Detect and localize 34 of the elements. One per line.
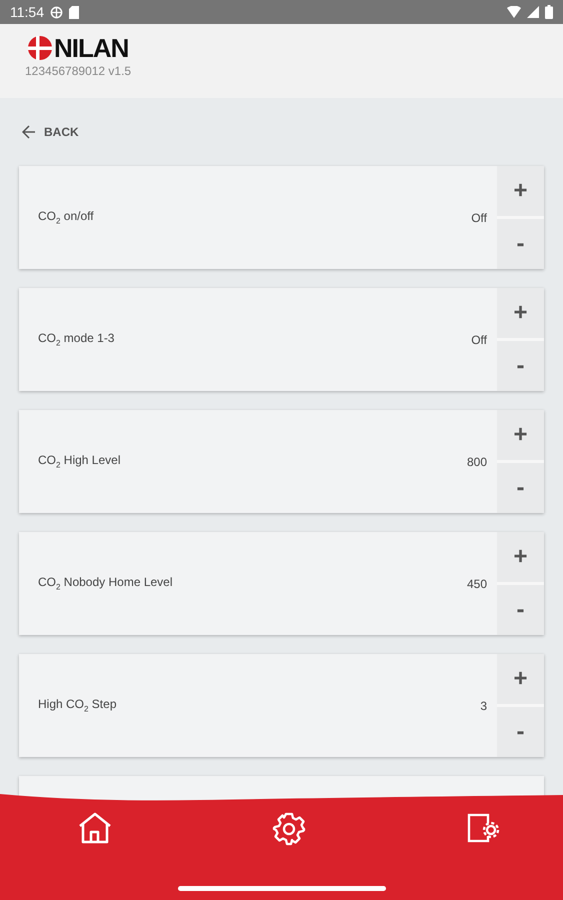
globe-icon	[50, 6, 63, 18]
setting-label: CO$_{2}$ Nobody Home Level	[38, 575, 174, 592]
increase-button[interactable]: +	[497, 532, 544, 582]
increase-button[interactable]: +	[497, 288, 544, 338]
increase-button[interactable]: +	[497, 654, 544, 704]
decrease-button[interactable]: -	[497, 585, 544, 635]
decrease-button[interactable]: -	[497, 219, 544, 269]
setting-label: High CO$_{2}$ Step	[38, 697, 118, 714]
home-icon[interactable]	[78, 812, 112, 844]
setting-value: Off	[471, 210, 487, 224]
sd-card-icon	[69, 6, 79, 18]
increase-button[interactable]: +	[497, 410, 544, 460]
flag-logo-icon	[28, 36, 52, 60]
battery-icon	[545, 5, 553, 19]
device-id: 123456789012 v1.5	[25, 64, 132, 78]
decrease-button[interactable]: -	[497, 707, 544, 757]
setting-value: 450	[466, 576, 487, 590]
setting-value: Off	[471, 332, 487, 346]
setting-label: CO$_{2}$ on/off	[38, 209, 95, 226]
settings-icon[interactable]	[272, 812, 306, 846]
wifi-icon	[507, 6, 521, 18]
decrease-button[interactable]: -	[497, 463, 544, 513]
increase-button[interactable]: +	[497, 166, 544, 216]
decrease-button[interactable]: -	[497, 341, 544, 391]
brand-logo: NILAN	[54, 35, 128, 61]
back-button[interactable]: BACK	[22, 118, 79, 146]
setting-label: CO$_{2}$ High Level	[38, 453, 122, 470]
back-arrow-icon	[22, 125, 36, 139]
setting-label: CO$_{2}$ mode 1-3	[38, 331, 116, 348]
signal-icon	[527, 6, 539, 18]
setting-value: 800	[466, 454, 487, 468]
device-settings-icon[interactable]	[466, 812, 500, 844]
setting-value: 3	[480, 698, 487, 712]
status-time: 11:54	[10, 4, 44, 20]
